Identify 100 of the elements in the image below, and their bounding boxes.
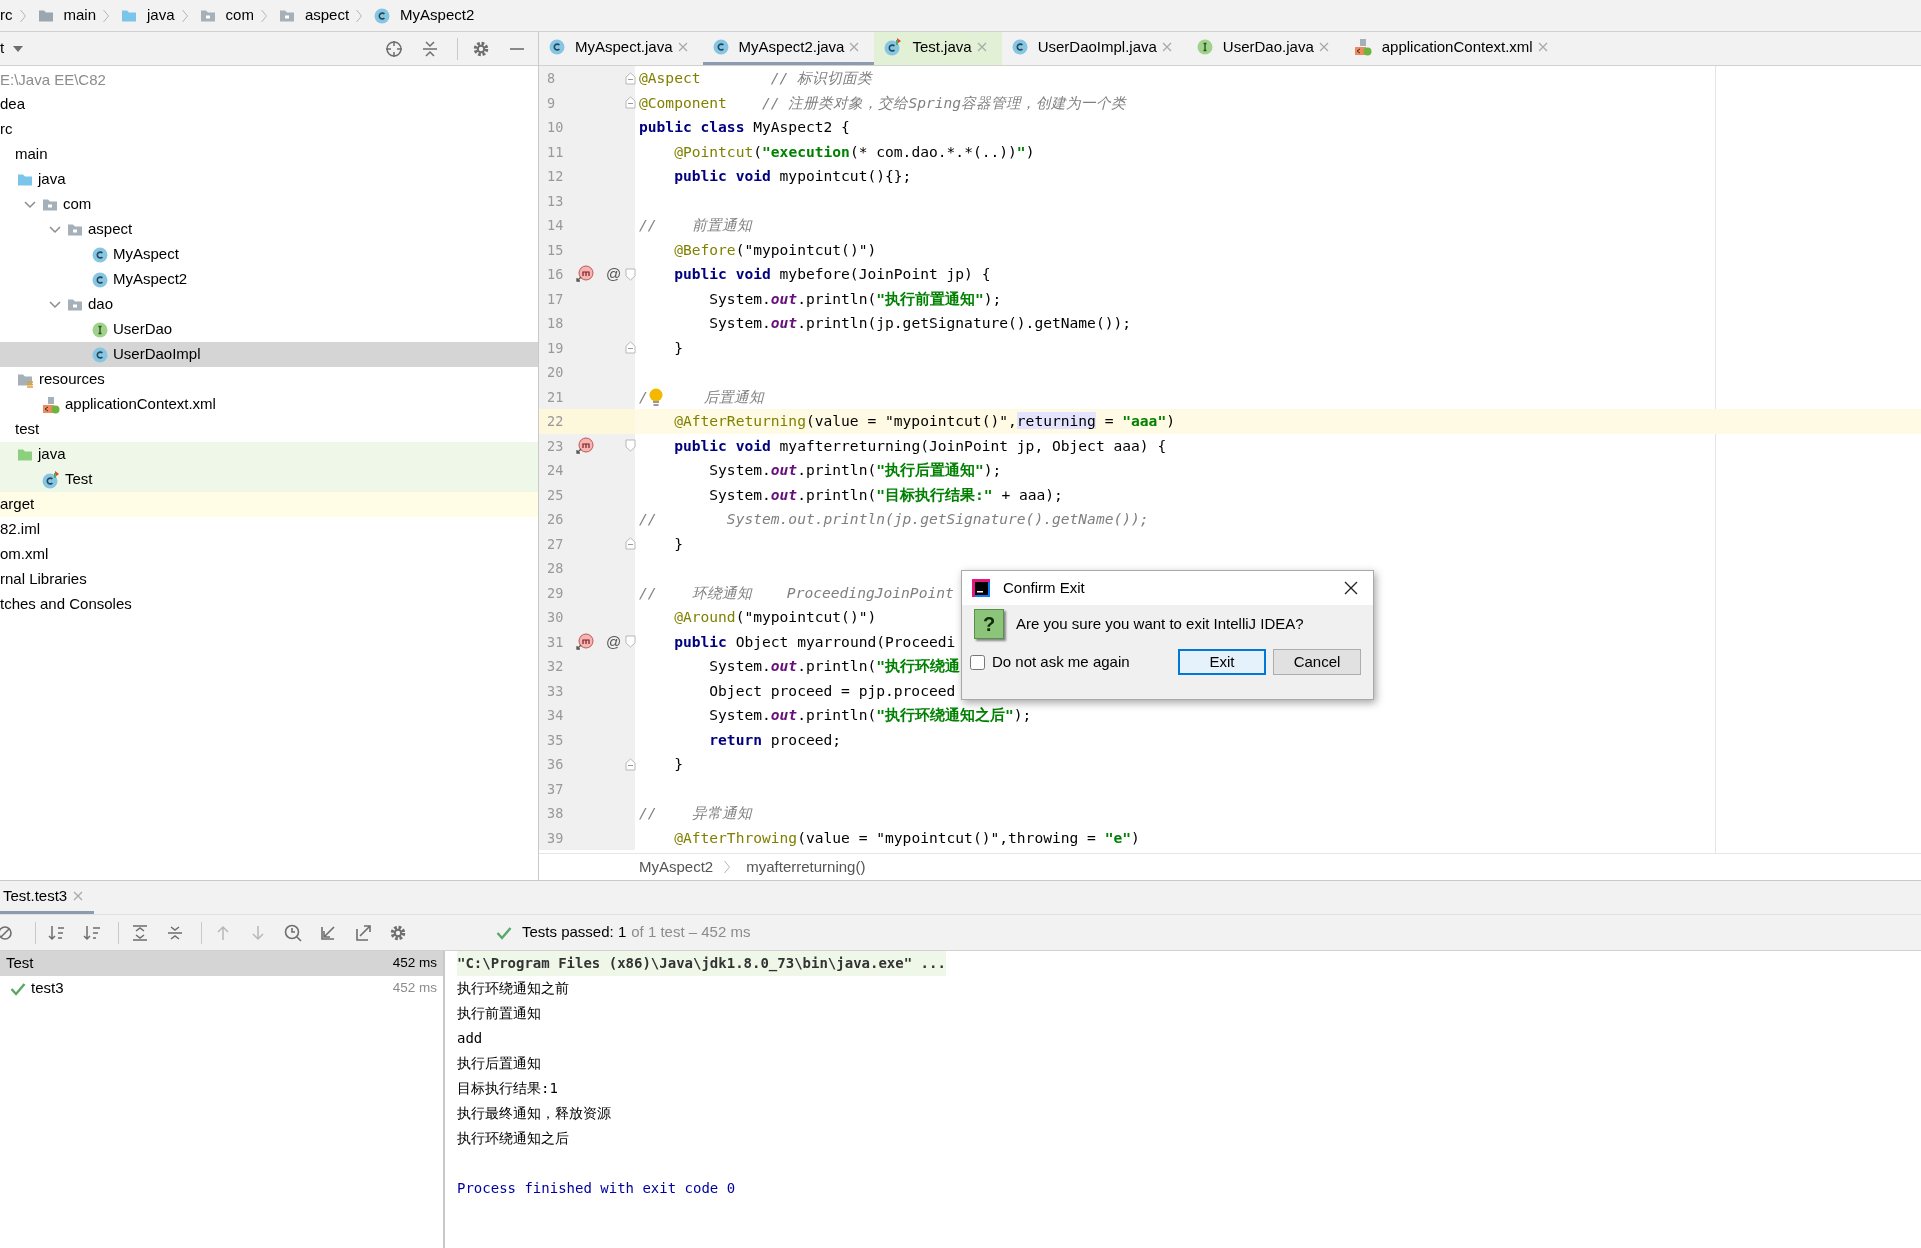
chevron-down-icon[interactable] (23, 200, 36, 209)
view-selector[interactable]: t (0, 37, 30, 60)
fold-marker-icon[interactable] (625, 537, 636, 551)
code-line: @Around("mypointcut()") (673, 607, 877, 628)
annotation-marker[interactable]: @ (606, 263, 622, 286)
code-line: // 环绕通知 ProceedingJoinPoint (639, 582, 954, 603)
annotation-marker[interactable]: @ (606, 630, 622, 653)
settings-icon[interactable] (389, 923, 407, 942)
line-number: 12 (546, 167, 565, 187)
caret-icon[interactable] (12, 44, 25, 53)
chevron-icon (259, 8, 268, 23)
breadcrumb-item[interactable]: main (37, 4, 96, 27)
breadcrumb-item[interactable]: MyAspect2 (639, 855, 714, 879)
test-item[interactable]: Test 452 ms (0, 951, 443, 976)
chevron-down-icon[interactable] (48, 225, 61, 234)
close-icon[interactable] (73, 891, 84, 901)
tree-item[interactable]: Test (0, 467, 538, 492)
tree-item[interactable]: UserDaoImpl (0, 342, 538, 367)
breadcrumb-item[interactable]: aspect (278, 4, 350, 27)
class-icon (92, 246, 108, 263)
checkbox[interactable] (970, 654, 985, 670)
tree-item[interactable]: MyAspect2 (0, 267, 538, 292)
dialog-button[interactable]: Exit (1178, 649, 1266, 675)
method-marker-icon[interactable] (575, 264, 595, 285)
tree-item[interactable]: applicationContext.xml (0, 392, 538, 417)
fold-marker-icon[interactable] (625, 635, 636, 649)
code-line: @AfterThrowing(value = "mypointcut()",throwing = "e") (673, 827, 1140, 848)
tree-item[interactable]: resources (0, 367, 538, 392)
code-line: @Aspect // 标识切面类 (639, 68, 873, 89)
close-icon[interactable] (1161, 42, 1172, 52)
tree-item[interactable]: java (0, 167, 538, 192)
code-line: @AfterReturning(value = "mypointcut()",returning = "aaa") (673, 411, 1175, 432)
fold-marker-icon[interactable] (625, 267, 636, 281)
import-icon[interactable] (319, 923, 337, 942)
settings-icon[interactable] (472, 39, 490, 58)
fold-marker-icon[interactable] (625, 341, 636, 355)
line-number: 20 (546, 363, 565, 383)
tree-item[interactable]: rnal Libraries (0, 567, 538, 592)
breadcrumb-item[interactable]: rc (0, 4, 13, 27)
code-line: 后置通知 (702, 386, 764, 407)
expand-all-icon[interactable] (131, 923, 149, 942)
bulb-icon[interactable] (647, 386, 664, 407)
close-icon[interactable] (1318, 42, 1329, 52)
collapse-all-icon[interactable] (166, 923, 184, 942)
console-line: 执行环绕通知之后 (457, 1130, 569, 1146)
editor-tab[interactable]: UserDao.java (1186, 32, 1344, 65)
code-line: } (673, 533, 683, 554)
editor-tab[interactable]: UserDaoImpl.java (1001, 32, 1187, 65)
tree-item[interactable]: 82.iml (0, 517, 538, 542)
code-line: System.out.println("执行环绕通 (708, 656, 961, 677)
close-icon[interactable] (1537, 42, 1548, 52)
editor-tab[interactable]: MyAspect.java (539, 32, 703, 65)
tree-item[interactable]: tches and Consoles (0, 592, 538, 617)
tree-item[interactable]: dea (0, 92, 538, 117)
fold-marker-icon[interactable] (625, 757, 636, 771)
breadcrumb-item[interactable]: MyAspect2 (374, 4, 475, 27)
breadcrumb-item[interactable]: com (199, 4, 254, 27)
editor-tab[interactable]: applicationContext.xml (1343, 32, 1563, 65)
method-marker-icon[interactable] (575, 435, 595, 456)
export-icon[interactable] (354, 923, 372, 942)
close-icon[interactable] (849, 42, 860, 52)
breadcrumb-item[interactable]: myafterreturning() (746, 855, 866, 879)
tree-item[interactable]: om.xml (0, 542, 538, 567)
tree-item[interactable]: dao (0, 292, 538, 317)
fold-marker-icon[interactable] (625, 71, 636, 85)
tree-item[interactable]: test (0, 417, 538, 442)
sort-icon[interactable] (83, 923, 101, 942)
code-line: // System.out.println(jp.getSignature().getName()); (639, 509, 1149, 530)
tree-item[interactable]: com (0, 192, 538, 217)
editor-tab[interactable]: Test.java (874, 32, 1002, 65)
chevron-down-icon[interactable] (48, 300, 61, 309)
test-item[interactable]: test3 452 ms (0, 976, 443, 1001)
tree-item[interactable]: UserDao (0, 317, 538, 342)
tree-item[interactable]: arget (0, 492, 538, 517)
method-marker-icon[interactable] (575, 631, 595, 652)
down-arrow-icon[interactable] (249, 923, 267, 942)
fold-marker-icon[interactable] (625, 439, 636, 453)
code-line: } (673, 754, 683, 775)
close-icon[interactable] (976, 42, 987, 52)
clock-icon[interactable] (284, 923, 302, 942)
breadcrumb-item[interactable]: java (121, 4, 175, 27)
package-icon (278, 8, 295, 23)
tree-item[interactable]: java (0, 442, 538, 467)
fold-marker-icon[interactable] (625, 96, 636, 110)
tree-item[interactable]: aspect (0, 217, 538, 242)
line-number: 34 (546, 706, 565, 726)
line-number: 33 (546, 681, 565, 701)
tree-item[interactable]: MyAspect (0, 242, 538, 267)
crosshair-icon[interactable] (385, 39, 403, 58)
folder-icon (37, 8, 54, 23)
code-line: System.out.println("执行前置通知"); (708, 288, 1002, 309)
collapse-icon[interactable] (422, 39, 438, 58)
line-number: 14 (546, 216, 565, 236)
line-number: 29 (546, 583, 565, 603)
tree-item[interactable]: main (0, 142, 538, 167)
dialog-button[interactable]: Cancel (1273, 649, 1361, 675)
close-icon[interactable] (677, 42, 688, 52)
sort-icon[interactable] (48, 923, 66, 942)
tree-item[interactable]: rc (0, 117, 538, 142)
line-number: 30 (546, 608, 565, 628)
